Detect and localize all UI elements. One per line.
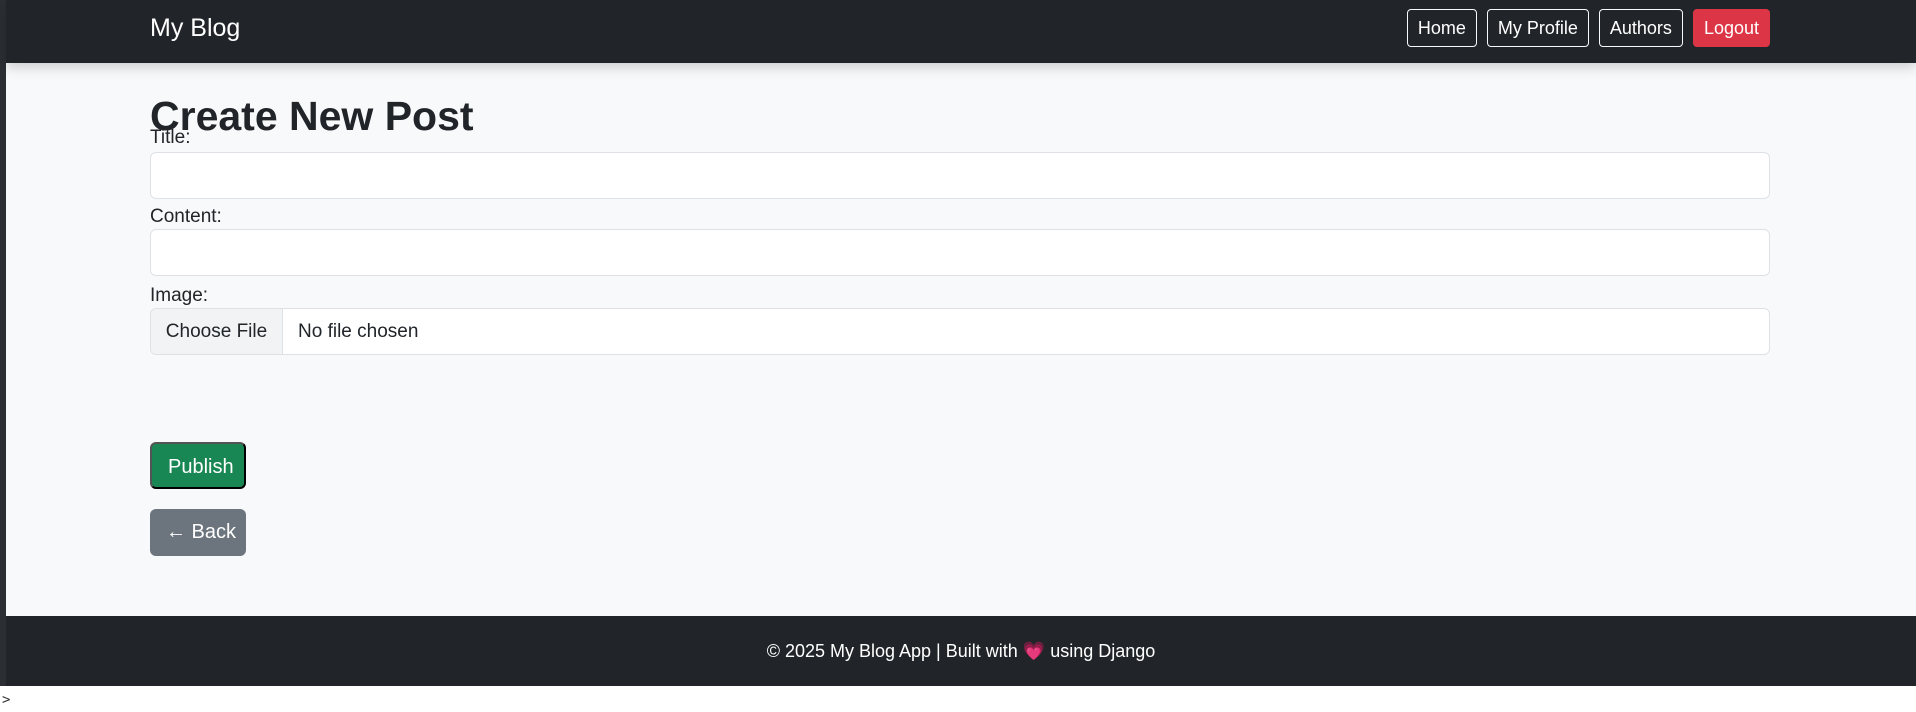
- main-content: Create New Post Title: Content: Image: C…: [6, 63, 1916, 616]
- title-label: Title:: [150, 127, 191, 148]
- nav-authors-button[interactable]: Authors: [1598, 9, 1683, 47]
- content-label: Content:: [150, 206, 222, 227]
- nav-my-profile-button[interactable]: My Profile: [1486, 9, 1589, 47]
- nav-home-button[interactable]: Home: [1406, 9, 1477, 47]
- back-button[interactable]: ← Back: [150, 509, 246, 556]
- title-input[interactable]: [150, 152, 1770, 199]
- terminal-prompt: >: [2, 692, 11, 708]
- footer-text-before: © 2025 My Blog App | Built with: [766, 641, 1018, 661]
- nav-links: Home My Profile Authors Logout: [1406, 9, 1770, 47]
- image-file-input[interactable]: Choose File No file chosen: [150, 308, 1770, 355]
- bottom-strip: [0, 686, 1916, 712]
- page-title: Create New Post: [150, 93, 474, 139]
- footer-text-after: using Django: [1050, 641, 1156, 661]
- image-label: Image:: [150, 285, 209, 306]
- footer: © 2025 My Blog App | Built with 💗 using …: [6, 616, 1916, 686]
- content-input[interactable]: [150, 229, 1770, 276]
- logout-button[interactable]: Logout: [1692, 9, 1770, 47]
- choose-file-button[interactable]: Choose File: [151, 309, 283, 354]
- brand-link[interactable]: My Blog: [150, 14, 240, 43]
- file-status-text: No file chosen: [298, 321, 419, 342]
- heart-icon: 💗: [1022, 641, 1046, 661]
- navbar: My Blog Home My Profile Authors Logout: [6, 0, 1916, 63]
- publish-button[interactable]: Publish: [150, 442, 246, 489]
